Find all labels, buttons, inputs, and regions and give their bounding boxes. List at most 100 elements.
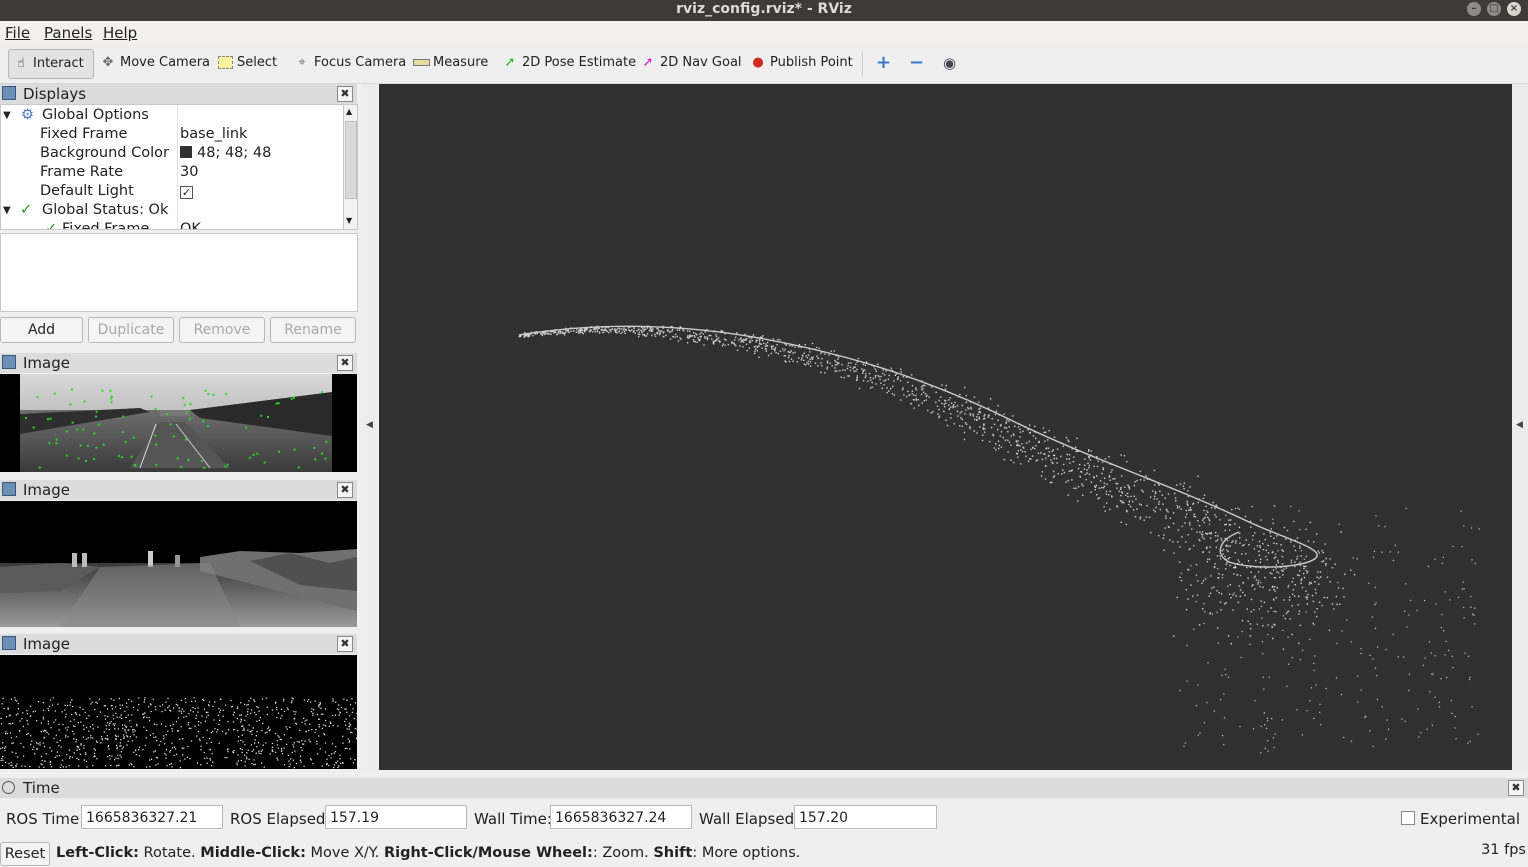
expand-arrow-icon[interactable]: ▼ xyxy=(3,201,11,220)
menu-file[interactable]: File xyxy=(5,24,30,42)
minimize-icon[interactable]: – xyxy=(1467,2,1481,16)
point xyxy=(240,721,242,723)
point xyxy=(345,708,347,710)
point xyxy=(935,391,937,393)
tree-value[interactable]: base_link xyxy=(180,125,247,144)
point xyxy=(720,330,722,332)
expand-arrow-icon[interactable]: ▼ xyxy=(3,106,11,125)
point xyxy=(67,736,69,738)
tree-value[interactable]: 30 xyxy=(180,163,198,182)
3d-render-view[interactable] xyxy=(379,84,1512,770)
select-button[interactable]: Select xyxy=(213,49,283,77)
point xyxy=(1003,458,1005,461)
point xyxy=(283,698,285,700)
remove-button[interactable]: Remove xyxy=(179,317,265,343)
point xyxy=(755,345,757,348)
tree-row-global-status[interactable]: ▼ ✓ Global Status: Ok xyxy=(1,201,344,220)
point xyxy=(650,329,653,331)
point xyxy=(1269,532,1271,534)
tree-value[interactable]: 48; 48; 48 xyxy=(180,144,271,163)
tree-row-fixed-frame[interactable]: Fixed Frame base_link xyxy=(1,125,344,144)
minus-icon[interactable]: − xyxy=(905,49,930,77)
point xyxy=(1299,529,1301,531)
close-icon[interactable]: ✖ xyxy=(1508,780,1524,796)
reset-button[interactable]: Reset xyxy=(0,842,50,866)
point xyxy=(954,406,956,408)
point xyxy=(169,725,172,727)
point xyxy=(1208,518,1210,520)
point xyxy=(1068,454,1071,456)
point xyxy=(1336,642,1338,644)
ros-elapsed-field[interactable]: 157.19 xyxy=(325,805,467,829)
point xyxy=(658,330,660,332)
point xyxy=(1221,550,1223,552)
point xyxy=(760,343,762,345)
point xyxy=(817,357,819,359)
measure-button[interactable]: Measure xyxy=(409,49,494,77)
point xyxy=(98,423,100,426)
close-icon[interactable]: ✖ xyxy=(337,86,353,102)
eye-icon[interactable]: ◉ xyxy=(939,49,962,77)
tree-row-frame-rate[interactable]: Frame Rate 30 xyxy=(1,163,344,182)
scroll-down-icon[interactable]: ▼ xyxy=(346,216,352,225)
point xyxy=(1035,437,1037,440)
scroll-thumb[interactable] xyxy=(345,121,357,199)
point xyxy=(1350,641,1352,643)
point xyxy=(930,384,932,386)
point xyxy=(1109,490,1111,493)
point xyxy=(1075,446,1077,448)
collapse-right-icon[interactable]: ◀ xyxy=(1516,420,1523,430)
add-button[interactable]: Add xyxy=(0,317,83,343)
plus-icon[interactable]: + xyxy=(872,49,897,77)
point xyxy=(534,333,536,335)
point xyxy=(1233,567,1235,569)
publish-point-button[interactable]: ● Publish Point xyxy=(746,49,859,77)
point xyxy=(111,755,113,757)
tree-row-background-color[interactable]: Background Color 48; 48; 48 xyxy=(1,144,344,163)
2d-pose-estimate-button[interactable]: ➚ 2D Pose Estimate xyxy=(498,49,642,77)
focus-camera-button[interactable]: ⌖ Focus Camera xyxy=(290,49,412,77)
2d-nav-goal-button[interactable]: ➚ 2D Nav Goal xyxy=(636,49,748,77)
maximize-icon[interactable]: □ xyxy=(1487,2,1501,16)
point xyxy=(1260,519,1262,521)
point xyxy=(711,338,713,340)
close-icon[interactable]: ✖ xyxy=(337,482,353,498)
tree-row-fixed-frame-status[interactable]: ✓ Fixed Frame OK xyxy=(1,220,344,229)
point xyxy=(116,746,118,748)
point xyxy=(55,734,57,736)
tree-row-global-options[interactable]: ▼ ⚙ Global Options xyxy=(1,106,344,125)
duplicate-button[interactable]: Duplicate xyxy=(88,317,174,343)
point xyxy=(835,361,837,363)
left-dock-handle[interactable]: ◀ xyxy=(361,84,379,770)
point xyxy=(689,336,691,338)
point xyxy=(744,339,746,341)
right-dock-handle[interactable]: ◀ xyxy=(1512,84,1528,770)
scroll-up-icon[interactable]: ▲ xyxy=(346,107,352,116)
trajectory-path xyxy=(518,325,1318,568)
point xyxy=(1182,485,1185,487)
point xyxy=(227,721,229,723)
menu-help[interactable]: Help xyxy=(103,24,137,42)
move-camera-button[interactable]: ✥ Move Camera xyxy=(96,49,216,77)
ros-time-field[interactable]: 1665836327.21 xyxy=(81,805,223,829)
point xyxy=(65,454,68,457)
experimental-checkbox[interactable] xyxy=(1401,811,1415,825)
close-icon[interactable]: × xyxy=(1507,2,1521,16)
point xyxy=(619,328,621,330)
point xyxy=(1086,472,1088,474)
interact-button[interactable]: ☝ Interact xyxy=(8,49,94,79)
point xyxy=(979,426,981,428)
point xyxy=(1135,498,1137,500)
wall-time-field[interactable]: 1665836327.24 xyxy=(550,805,692,829)
default-light-checkbox[interactable]: ✓ xyxy=(180,182,193,201)
menu-panels[interactable]: Panels xyxy=(44,24,92,42)
point xyxy=(667,330,669,332)
wall-elapsed-field[interactable]: 157.20 xyxy=(794,805,937,829)
close-icon[interactable]: ✖ xyxy=(337,636,353,652)
rename-button[interactable]: Rename xyxy=(270,317,356,343)
point xyxy=(1320,576,1322,578)
collapse-left-icon[interactable]: ◀ xyxy=(366,420,373,430)
close-icon[interactable]: ✖ xyxy=(337,355,353,371)
tree-scrollbar[interactable]: ▲ ▼ xyxy=(343,104,358,230)
tree-row-default-light[interactable]: Default Light ✓ xyxy=(1,182,344,201)
